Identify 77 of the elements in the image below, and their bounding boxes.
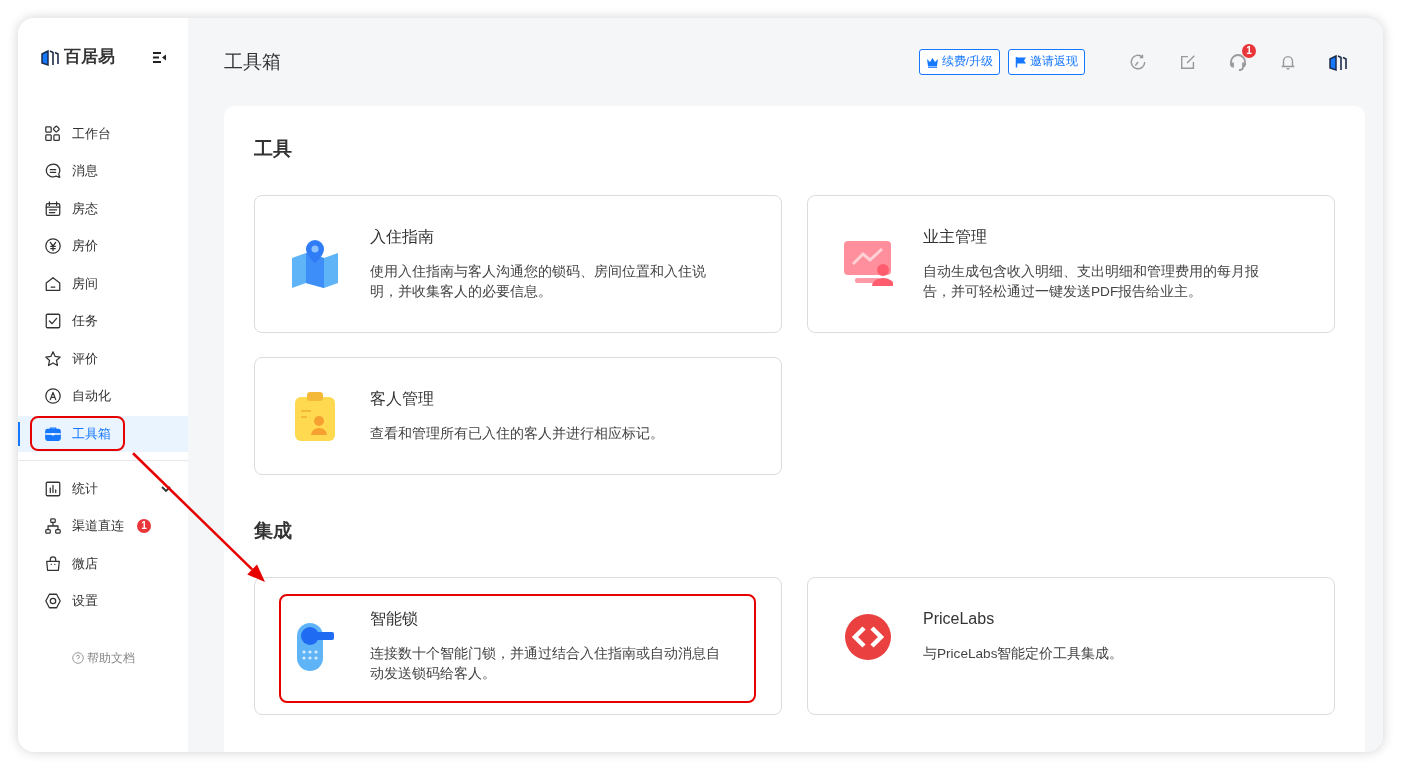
shopping-bag-icon <box>44 554 62 573</box>
tool-card[interactable]: PriceLabs 与PriceLabs智能定价工具集成。 <box>807 576 1335 716</box>
guest-card-icon <box>293 390 337 443</box>
grid-icon <box>44 124 62 143</box>
logo-icon <box>40 47 60 67</box>
map-pin-icon <box>290 238 340 291</box>
monitor-chart-icon <box>843 240 893 289</box>
item-label: 任务 <box>72 312 98 331</box>
tool-card[interactable]: 业主管理 自动生成包含收入明细、支出明细和管理费用的每月报告，并可轻松通过一键发送PDF报告给业主。 <box>807 194 1335 333</box>
section-title: 集成 <box>254 520 293 543</box>
settings-icon <box>44 592 62 610</box>
checkbox-icon <box>44 312 62 330</box>
network-icon <box>44 517 62 535</box>
crown-icon <box>925 56 939 68</box>
header-button[interactable]: 邀请返现 <box>1008 49 1085 75</box>
section-title: 工具 <box>254 138 293 161</box>
item-label: 微店 <box>72 554 98 573</box>
card-description: 与PriceLabs智能定价工具集成。 <box>923 645 1124 664</box>
notification-badge: 1 <box>1242 44 1256 58</box>
card-title: 入住指南 <box>370 226 435 246</box>
yen-icon <box>44 237 62 255</box>
tool-card[interactable]: 客人管理 查看和管理所有已入住的客人并进行相应标记。 <box>254 357 782 476</box>
card-description: 连接数十个智能门锁，并通过结合入住指南或自动消息自动发送锁码给客人。 <box>370 645 721 684</box>
notification-bell-icon[interactable] <box>1279 53 1297 71</box>
history-icon[interactable] <box>1129 53 1147 71</box>
item-label: 设置 <box>72 592 98 611</box>
sidebar-item[interactable]: 渠道直连 1 <box>18 508 188 544</box>
smart-lock-icon <box>295 620 335 673</box>
notification-badge: 1 <box>137 519 151 533</box>
bar-chart-icon <box>44 479 62 498</box>
star-icon <box>44 349 62 368</box>
sidebar-item[interactable]: 评价 <box>18 340 188 377</box>
automation-icon <box>44 387 62 405</box>
sidebar-item[interactable]: 设置 <box>18 583 188 619</box>
sidebar-item[interactable]: 任务 <box>18 303 188 339</box>
headset-icon[interactable] <box>1228 52 1248 72</box>
sidebar-item[interactable]: 微店 <box>18 545 188 582</box>
header-button[interactable]: 续费/升级 <box>918 49 1000 75</box>
edit-icon[interactable] <box>1179 53 1197 71</box>
tool-card[interactable]: 入住指南 使用入住指南与客人沟通您的锁码、房间位置和入住说明，并收集客人的必要信息。 <box>254 194 782 333</box>
card-description: 查看和管理所有已入住的客人并进行相应标记。 <box>370 425 664 444</box>
item-label: 统计 <box>72 479 98 498</box>
card-description: 自动生成包含收入明细、支出明细和管理费用的每月报告，并可轻松通过一键发送PDF报告给业主。 <box>923 263 1260 301</box>
card-title: PriceLabs <box>923 608 996 629</box>
item-label: 房间 <box>72 274 98 293</box>
sidebar-item[interactable]: 自动化 <box>18 378 188 414</box>
item-label: 工作台 <box>72 124 111 143</box>
flag-icon <box>1015 56 1027 68</box>
card-title: 客人管理 <box>370 389 435 409</box>
sidebar-item[interactable]: 房间 <box>18 265 188 302</box>
menu-collapse-icon[interactable] <box>153 51 166 63</box>
card-title: 业主管理 <box>923 226 988 246</box>
sidebar-item[interactable]: 房价 <box>18 228 188 264</box>
item-label: 渠道直连 <box>72 517 124 536</box>
item-label: 评价 <box>72 349 98 368</box>
page-title: 工具箱 <box>224 50 281 74</box>
account-avatar-icon <box>1328 52 1348 72</box>
sidebar-item[interactable]: 房态 <box>18 190 188 227</box>
item-label: 自动化 <box>72 387 111 406</box>
chat-icon <box>44 162 62 180</box>
item-label: 房价 <box>72 237 98 256</box>
logo-text: 百居易 <box>64 46 115 69</box>
pricelabs-logo-icon <box>844 612 892 661</box>
sidebar-item[interactable]: 消息 <box>18 153 188 189</box>
sidebar-item[interactable]: 统计 <box>18 470 188 507</box>
item-label: 消息 <box>72 162 98 181</box>
home-icon <box>44 274 62 293</box>
sidebar-item[interactable]: 工具箱 <box>18 415 188 452</box>
sidebar-item[interactable]: 工作台 <box>18 115 188 152</box>
item-label: 房态 <box>72 199 98 218</box>
help-link[interactable]: 帮助文档 <box>86 648 135 667</box>
card-title: 智能锁 <box>370 608 419 629</box>
calendar-icon <box>44 199 62 218</box>
tool-card[interactable]: 智能锁 连接数十个智能门锁，并通过结合入住指南或自动消息自动发送锁码给客人。 <box>254 576 782 716</box>
card-description: 使用入住指南与客人沟通您的锁码、房间位置和入住说明，并收集客人的必要信息。 <box>370 263 707 301</box>
item-label: 工具箱 <box>72 424 111 443</box>
help-icon <box>71 652 84 665</box>
